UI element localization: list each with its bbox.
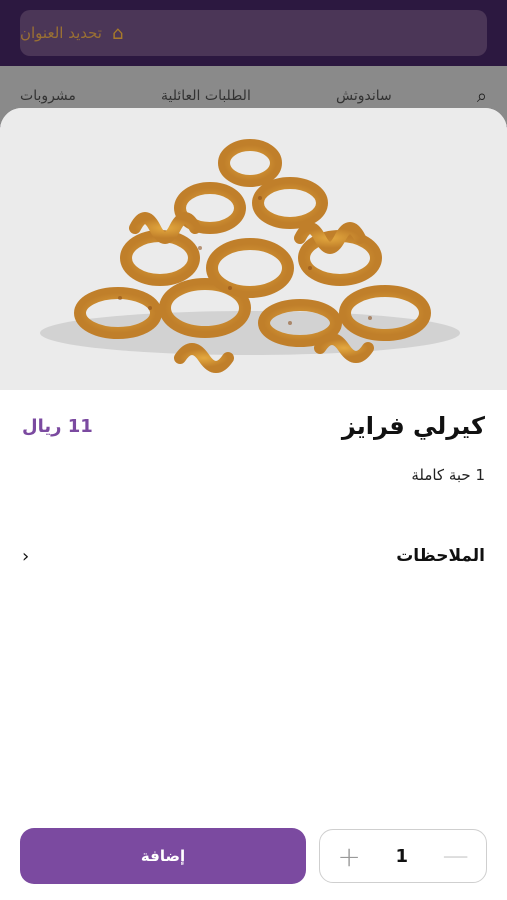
chevron-right-icon: › bbox=[22, 545, 30, 567]
decrement-button[interactable]: — bbox=[443, 841, 469, 871]
location-pin-icon: ⌂ bbox=[111, 22, 124, 44]
product-title-row: 11 ريال كيرلي فرايز bbox=[22, 412, 485, 440]
address-selector[interactable]: ⌂ تحديد العنوان bbox=[20, 10, 487, 56]
category-tab-family[interactable]: الطلبات العائلية bbox=[161, 88, 251, 104]
category-tab-drinks[interactable]: مشروبات bbox=[20, 88, 76, 104]
product-name: كيرلي فرايز bbox=[341, 412, 485, 440]
notes-label: الملاحظات bbox=[396, 546, 485, 566]
increment-button[interactable]: + bbox=[337, 840, 360, 873]
address-label: تحديد العنوان bbox=[20, 24, 102, 42]
app-header: ⌂ تحديد العنوان bbox=[0, 0, 507, 66]
product-sheet: 11 ريال كيرلي فرايز 1 حبة كاملة › الملاح… bbox=[0, 108, 507, 900]
action-bar: إضافة + 1 — bbox=[20, 828, 487, 884]
quantity-stepper: + 1 — bbox=[319, 829, 487, 883]
add-to-cart-button[interactable]: إضافة bbox=[20, 828, 306, 884]
product-description: 1 حبة كاملة bbox=[411, 466, 485, 484]
product-image bbox=[0, 108, 507, 390]
notes-row[interactable]: › الملاحظات bbox=[22, 542, 485, 570]
quantity-value: 1 bbox=[395, 845, 408, 867]
curly-fries-image bbox=[40, 139, 460, 373]
search-icon[interactable]: ⌕ bbox=[477, 86, 487, 107]
category-tab-sandwich[interactable]: ساندوتش bbox=[336, 88, 392, 104]
product-price: 11 ريال bbox=[22, 415, 93, 437]
